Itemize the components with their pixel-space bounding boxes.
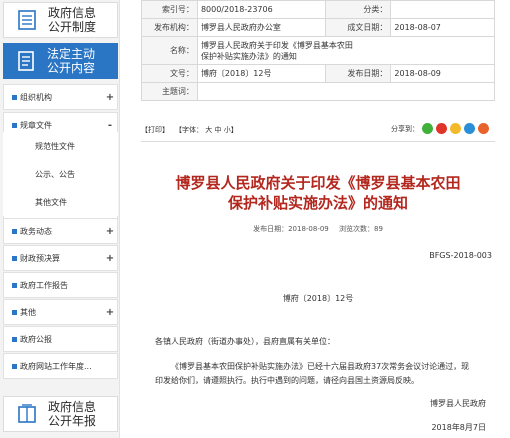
sidebar-item-budget[interactable]: 财政预决算 +: [3, 245, 118, 271]
expand-icon[interactable]: +: [103, 307, 117, 318]
bullet-icon: [12, 282, 17, 288]
report-book-icon: [16, 403, 38, 425]
issuer-value: 博罗县人民政府办公室: [196, 18, 326, 37]
qq-icon[interactable]: [464, 123, 475, 134]
main-content: 索引号： 8000/2018-23706 分类： 发布机构： 博罗县人民政府办公…: [128, 0, 504, 438]
category-label: 分类：: [324, 0, 392, 19]
sidebar-item-other[interactable]: 其他 +: [3, 299, 118, 325]
sidebar-item-label: 规章文件: [20, 120, 52, 130]
publish-date: 发布日期：2018-08-09: [253, 225, 329, 233]
bullet-icon: [12, 363, 17, 369]
issuer-label: 发布机构：: [141, 18, 198, 37]
divider: [141, 141, 495, 142]
font-size-label: 【字体：: [175, 126, 203, 134]
docno-label: 文号：: [141, 64, 198, 83]
name-value-line: 保护补贴实施办法》的通知: [200, 51, 297, 61]
sidebar-item-label: 政务动态: [20, 226, 52, 236]
name-value-line: 博罗县人民政府关于印发《博罗县基本农田: [200, 40, 353, 50]
sidebar-item-organization[interactable]: 组织机构 +: [3, 84, 118, 110]
sidebar-item-gazette[interactable]: 政府公报: [3, 326, 118, 352]
more-share-icon[interactable]: [478, 123, 489, 134]
published-date-label: 发布日期：: [324, 64, 392, 83]
font-large-button[interactable]: 大: [205, 126, 212, 134]
card-line: 法定主动: [47, 47, 96, 61]
annual-report-card[interactable]: 政府信息 公开年报: [3, 396, 118, 432]
sidebar-item-label: 政府工作报告: [20, 280, 68, 290]
disclosure-system-card[interactable]: 政府信息 公开制度: [3, 2, 118, 38]
expand-icon[interactable]: +: [103, 92, 117, 103]
share-bar: 分享到：: [391, 123, 489, 134]
bullet-icon: [12, 122, 17, 128]
document-title: 博罗县人民政府关于印发《博罗县基本农田 保护补贴实施办法》的通知: [148, 173, 488, 213]
print-button[interactable]: 【打印】: [141, 125, 169, 135]
issue-number: 博府〔2018〕12号: [282, 294, 354, 303]
sidebar-item-label: 政府公报: [20, 334, 52, 344]
category-value: [390, 0, 495, 19]
font-small-button[interactable]: 小】: [224, 126, 238, 134]
topic-value: [196, 82, 496, 101]
submenu-item-normative[interactable]: 规范性文件: [3, 132, 118, 160]
topic-label: 主题词：: [141, 82, 198, 101]
document-list-icon: [16, 9, 38, 31]
bullet-icon: [12, 255, 17, 261]
title-line: 博罗县人民政府关于印发《博罗县基本农田: [175, 174, 461, 192]
sidebar-item-work-report[interactable]: 政府工作报告: [3, 272, 118, 298]
collapse-icon[interactable]: -: [103, 120, 117, 131]
card-line: 政府信息: [48, 6, 97, 20]
view-count: 浏览次数：89: [339, 225, 383, 233]
page: 政府信息 公开制度 法定主动 公开内容 组织机构 + 规章文件 - 规范性文件 …: [0, 0, 510, 438]
card-line: 公开制度: [48, 20, 97, 34]
signature: 博罗县人民政府: [430, 399, 486, 408]
wechat-icon[interactable]: [422, 123, 433, 134]
bullet-icon: [12, 309, 17, 315]
body-paragraph: 《博罗县基本农田保护补贴实施办法》已经十六届县政府37次常务会议讨论通过，现印发…: [155, 362, 470, 385]
document-date: 2018年8月7日: [431, 423, 486, 432]
created-date-label: 成文日期：: [324, 18, 392, 37]
document-info-table: 索引号： 8000/2018-23706 分类： 发布机构： 博罗县人民政府办公…: [141, 0, 496, 101]
sidebar-item-label: 组织机构: [20, 92, 52, 102]
document-code: BFGS-2018-003: [429, 251, 492, 260]
expand-icon[interactable]: +: [103, 253, 117, 264]
submenu-item-notices[interactable]: 公示、公告: [3, 160, 118, 188]
font-medium-button[interactable]: 中: [214, 126, 221, 134]
bullet-icon: [12, 228, 17, 234]
index-label: 索引号：: [141, 0, 198, 19]
document-icon: [15, 50, 37, 72]
share-label: 分享到：: [391, 124, 419, 133]
sidebar-item-label: 其他: [20, 307, 36, 317]
sidebar: 政府信息 公开制度 法定主动 公开内容 组织机构 + 规章文件 - 规范性文件 …: [0, 0, 120, 438]
article-toolbar: 【打印】 【字体： 大 中 小】 分享到：: [141, 123, 495, 137]
sidebar-item-label: 政府网站工作年度...: [20, 361, 92, 371]
bullet-icon: [12, 336, 17, 342]
sidebar-item-label: 财政预决算: [20, 253, 60, 263]
card-line: 政府信息: [48, 400, 97, 414]
sidebar-item-website-report[interactable]: 政府网站工作年度...: [3, 353, 118, 379]
bullet-icon: [12, 94, 17, 100]
expand-icon[interactable]: +: [103, 226, 117, 237]
sidebar-item-government-news[interactable]: 政务动态 +: [3, 218, 118, 244]
card-line: 公开年报: [48, 414, 97, 428]
statutory-disclosure-card[interactable]: 法定主动 公开内容: [3, 43, 118, 79]
weibo-icon[interactable]: [436, 123, 447, 134]
qzone-icon[interactable]: [450, 123, 461, 134]
index-value: 8000/2018-23706: [196, 0, 326, 19]
font-size-control: 【字体： 大 中 小】: [175, 125, 238, 135]
docno-value: 博府〔2018〕12号: [196, 64, 326, 83]
card-line: 公开内容: [47, 61, 96, 75]
title-line: 保护补贴实施办法》的通知: [227, 194, 408, 212]
published-date-value: 2018-08-09: [390, 64, 495, 83]
name-value: 博罗县人民政府关于印发《博罗县基本农田 保护补贴实施办法》的通知: [196, 36, 496, 65]
name-label: 名称：: [141, 36, 198, 65]
submenu-item-other-files[interactable]: 其他文件: [3, 188, 118, 216]
created-date-value: 2018-08-07: [390, 18, 495, 37]
addressee: 各镇人民政府（街道办事处），县府直属有关单位：: [155, 337, 335, 346]
document-meta: 发布日期：2018-08-09 浏览次数：89: [148, 224, 488, 234]
